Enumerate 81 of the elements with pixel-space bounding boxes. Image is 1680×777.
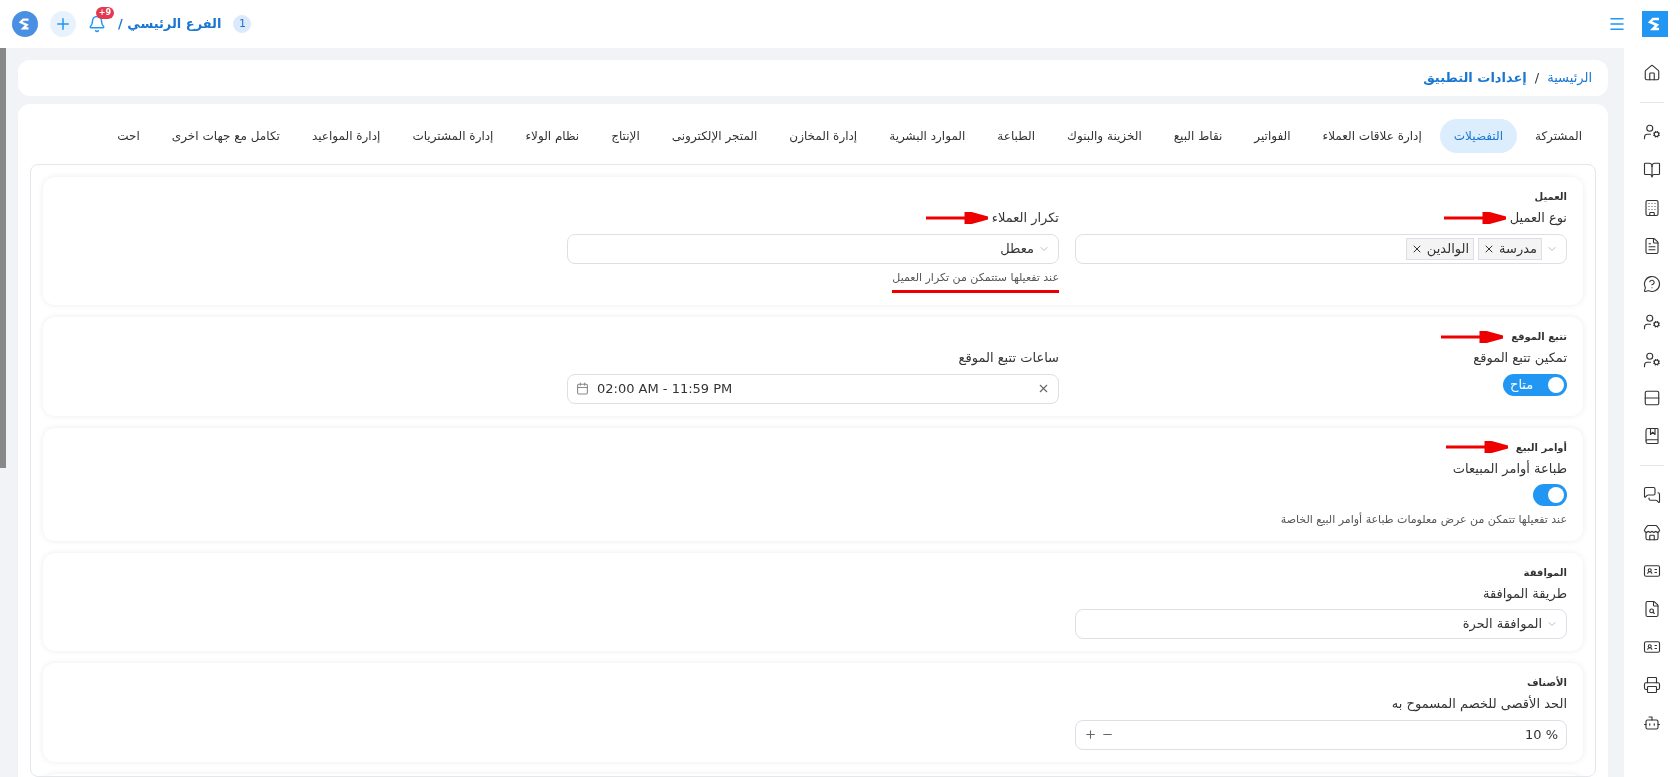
breadcrumb-separator: / <box>1534 69 1540 88</box>
chat-icon[interactable] <box>1643 486 1661 504</box>
settings-tab[interactable]: تكامل مع جهات اخرى <box>157 119 294 153</box>
field-label: طباعة أوامر المبيعات <box>1452 459 1567 478</box>
toggle-knob <box>1548 376 1564 393</box>
settings-tab[interactable]: إدارة المواعيد <box>297 119 395 153</box>
settings-tab[interactable]: الخزينة والبنوك <box>1053 119 1156 153</box>
settings-tab[interactable]: التفضيلات <box>1439 119 1517 153</box>
settings-tab[interactable]: الطباعة <box>983 119 1050 153</box>
tag[interactable]: الوالدين <box>1405 237 1475 260</box>
settings-tab[interactable]: إدارة المشتريات <box>398 119 508 153</box>
hint-text: عند تفعيلها تتمكن من عرض معلومات طباعة أوامر البيع الخاصة <box>1280 512 1567 528</box>
settings-tab[interactable]: المشتركة <box>1520 119 1596 153</box>
document-icon[interactable] <box>1643 237 1661 255</box>
select-value: الموافقة الحرة <box>1462 615 1542 634</box>
annotation-arrow <box>925 211 988 224</box>
users-gear-icon[interactable] <box>1643 123 1661 141</box>
users-gear-icon[interactable] <box>1643 351 1661 369</box>
field-label: الحد الأقصى للخصم المسموح به <box>1391 694 1567 714</box>
clear-icon[interactable] <box>1037 382 1050 395</box>
select-field[interactable]: معطل <box>567 233 1059 264</box>
number-field[interactable]: % 10 <box>1075 719 1567 750</box>
building-icon[interactable] <box>1643 199 1661 217</box>
settings-tab[interactable]: الموارد البشرية <box>875 119 980 153</box>
notification-badge: +9 <box>95 7 114 19</box>
notification-bell-icon[interactable] <box>88 15 106 33</box>
multiselect-field[interactable]: مدرسة الوالدين <box>1075 233 1567 264</box>
number-value: 10 <box>1524 725 1542 744</box>
section-title: أوامر البيع <box>1515 440 1567 455</box>
unit-text: % <box>1545 725 1558 744</box>
users-gear-icon[interactable] <box>1643 313 1661 331</box>
settings-tab[interactable]: احت <box>103 119 154 153</box>
breadcrumb-link[interactable]: إعدادات التطبيق <box>1423 68 1527 88</box>
branch-count-badge: 1 <box>233 15 252 33</box>
tag[interactable]: مدرسة <box>1478 237 1542 260</box>
settings-tab[interactable]: إدارة المخازن <box>775 119 872 153</box>
settings-tab[interactable]: الإنتاج <box>597 119 654 153</box>
id-card-icon[interactable] <box>1643 562 1661 580</box>
printer-icon[interactable] <box>1643 676 1661 694</box>
document-search-icon[interactable] <box>1643 600 1661 618</box>
menu-icon[interactable] <box>1608 15 1626 33</box>
home-icon[interactable] <box>1643 64 1661 82</box>
annotation-arrow <box>1443 211 1506 224</box>
field-label: نوع العميل <box>1509 209 1567 228</box>
question-bubble-icon[interactable] <box>1643 275 1661 293</box>
time-range-value: 02:00 AM - 11:59 PM <box>597 379 734 398</box>
select-value: معطل <box>1000 239 1034 258</box>
logo-icon[interactable] <box>12 11 38 37</box>
branch-name[interactable]: الفرع الرئيسي / <box>118 14 222 34</box>
logo-icon[interactable] <box>1642 11 1668 37</box>
section-title: تتبع الموقع <box>1511 330 1567 344</box>
settings-tab[interactable]: إدارة علاقات العملاء <box>1308 119 1436 153</box>
breadcrumb-link[interactable]: الرئيسية <box>1547 68 1592 88</box>
id-card-icon[interactable] <box>1643 638 1661 656</box>
field-label: تكرار العملاء <box>991 209 1059 227</box>
select-field[interactable]: الموافقة الحرة <box>1075 609 1567 639</box>
settings-tab[interactable]: المتجر الإلكترونى <box>657 119 772 153</box>
rows-icon[interactable] <box>1643 389 1661 407</box>
toggle-knob <box>1548 487 1564 503</box>
field-label: ساعات تتبع الموقع <box>958 349 1059 368</box>
calendar-icon <box>576 382 589 395</box>
settings-tab[interactable]: الفواتير <box>1240 119 1305 153</box>
field-label: تمكين تتبع الموقع <box>1473 349 1567 368</box>
section-title: الموافقة <box>1523 565 1567 580</box>
time-range-field[interactable]: 02:00 AM - 11:59 PM <box>567 373 1059 404</box>
plus-icon <box>54 15 72 33</box>
book-icon[interactable] <box>1643 161 1661 179</box>
settings-tab[interactable]: نقاط البيع <box>1159 119 1237 153</box>
plus-icon[interactable] <box>1084 728 1097 741</box>
annotation-arrow <box>1445 441 1508 453</box>
bookmark-book-icon[interactable] <box>1643 427 1661 445</box>
hint-text: عند تفعيلها ستتمكن من تكرار العميل <box>892 269 1059 293</box>
robot-icon[interactable] <box>1643 714 1661 732</box>
section-title: العميل <box>1534 190 1567 204</box>
toggle-text: متاح <box>1509 375 1535 394</box>
field-label: طريقة الموافقة <box>1483 584 1567 603</box>
section-title: الأصناف <box>1527 675 1567 690</box>
stand-icon[interactable] <box>1643 524 1661 542</box>
toggle-switch[interactable] <box>1533 484 1567 506</box>
settings-tab[interactable]: نظام الولاء <box>511 119 594 153</box>
annotation-arrow <box>1441 330 1504 343</box>
